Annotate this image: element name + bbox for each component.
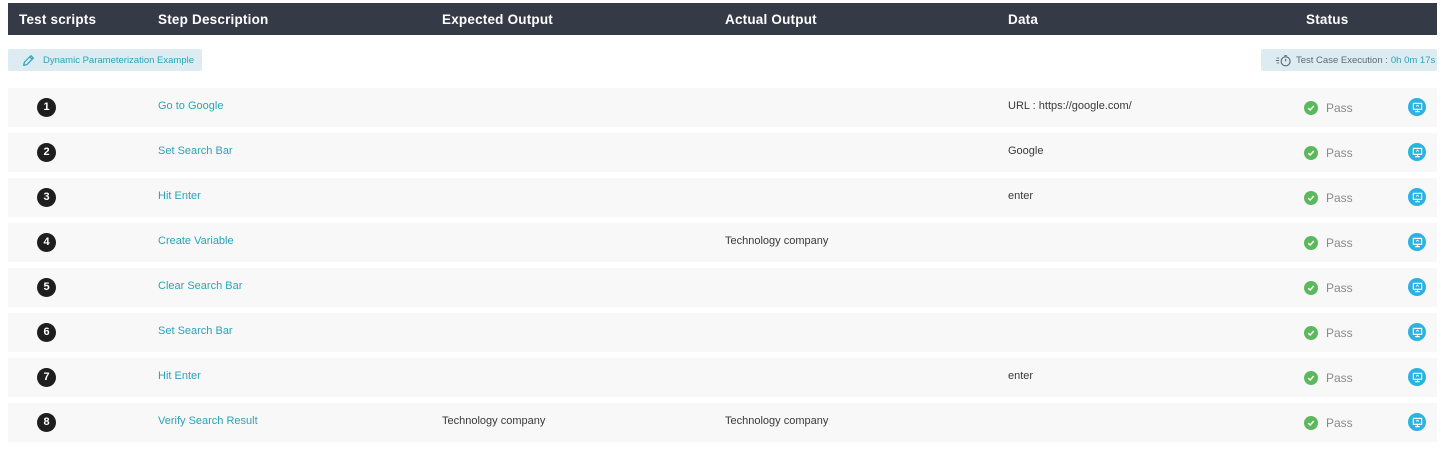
status-label: Pass bbox=[1326, 326, 1353, 340]
status-label: Pass bbox=[1326, 101, 1353, 115]
execution-time-value: 0h 0m 17s bbox=[1390, 54, 1436, 66]
step-description-link[interactable]: Hit Enter bbox=[158, 190, 201, 202]
table-row: 2 Set Search Bar Google Pass bbox=[8, 133, 1437, 172]
monitor-icon bbox=[1412, 327, 1422, 337]
test-report-page: Test scripts Step Description Expected O… bbox=[0, 0, 1445, 453]
monitor-icon bbox=[1412, 102, 1422, 112]
step-description-link[interactable]: Go to Google bbox=[158, 100, 223, 112]
data-cell: enter bbox=[1008, 370, 1034, 382]
check-circle-icon bbox=[1304, 191, 1318, 205]
table-row: 1 Go to Google URL : https://google.com/… bbox=[8, 88, 1437, 127]
test-case-name-badge[interactable]: Dynamic Parameterization Example bbox=[8, 49, 202, 71]
status-label: Pass bbox=[1326, 281, 1353, 295]
column-header-expected-output: Expected Output bbox=[442, 12, 554, 27]
column-header-data: Data bbox=[1008, 12, 1039, 27]
monitor-icon bbox=[1412, 147, 1422, 157]
step-number-badge: 7 bbox=[37, 368, 56, 387]
actual-output-cell: Technology company bbox=[725, 235, 829, 247]
status-badge: Pass bbox=[1304, 236, 1353, 250]
step-description-link[interactable]: Set Search Bar bbox=[158, 325, 233, 337]
screenshot-button[interactable] bbox=[1408, 368, 1426, 386]
step-number-badge: 8 bbox=[37, 413, 56, 432]
expected-output-cell: Technology company bbox=[442, 415, 546, 427]
status-label: Pass bbox=[1326, 236, 1353, 250]
status-badge: Pass bbox=[1304, 146, 1353, 160]
status-badge: Pass bbox=[1304, 326, 1353, 340]
step-number-badge: 6 bbox=[37, 323, 56, 342]
actual-output-cell: Technology company bbox=[725, 415, 829, 427]
step-number-badge: 3 bbox=[37, 188, 56, 207]
test-case-name: Dynamic Parameterization Example bbox=[43, 54, 195, 66]
step-description-link[interactable]: Hit Enter bbox=[158, 370, 201, 382]
column-header-step-description: Step Description bbox=[158, 12, 269, 27]
screenshot-button[interactable] bbox=[1408, 413, 1426, 431]
status-badge: Pass bbox=[1304, 101, 1353, 115]
check-circle-icon bbox=[1304, 281, 1318, 295]
status-label: Pass bbox=[1326, 191, 1353, 205]
monitor-icon bbox=[1412, 192, 1422, 202]
data-cell: Google bbox=[1008, 145, 1044, 157]
monitor-icon bbox=[1412, 372, 1422, 382]
monitor-icon bbox=[1412, 282, 1422, 292]
status-badge: Pass bbox=[1304, 281, 1353, 295]
monitor-icon bbox=[1412, 237, 1422, 247]
status-label: Pass bbox=[1326, 416, 1353, 430]
check-circle-icon bbox=[1304, 416, 1318, 430]
table-row: 6 Set Search Bar Pass bbox=[8, 313, 1437, 352]
status-badge: Pass bbox=[1304, 191, 1353, 205]
step-description-link[interactable]: Clear Search Bar bbox=[158, 280, 242, 292]
status-badge: Pass bbox=[1304, 416, 1353, 430]
step-number-badge: 4 bbox=[37, 233, 56, 252]
screenshot-button[interactable] bbox=[1408, 143, 1426, 161]
step-number-badge: 2 bbox=[37, 143, 56, 162]
screenshot-button[interactable] bbox=[1408, 98, 1426, 116]
table-row: 3 Hit Enter enter Pass bbox=[8, 178, 1437, 217]
table-row: 5 Clear Search Bar Pass bbox=[8, 268, 1437, 307]
data-cell: URL : https://google.com/ bbox=[1008, 100, 1132, 112]
table-row: 7 Hit Enter enter Pass bbox=[8, 358, 1437, 397]
table-header: Test scripts Step Description Expected O… bbox=[8, 3, 1437, 35]
status-badge: Pass bbox=[1304, 371, 1353, 385]
step-number-badge: 5 bbox=[37, 278, 56, 297]
screenshot-button[interactable] bbox=[1408, 233, 1426, 251]
table-row: 4 Create Variable Technology company Pas… bbox=[8, 223, 1437, 262]
check-circle-icon bbox=[1304, 371, 1318, 385]
step-description-link[interactable]: Verify Search Result bbox=[158, 415, 258, 427]
step-number-badge: 1 bbox=[37, 98, 56, 117]
column-header-test-scripts: Test scripts bbox=[19, 12, 97, 27]
step-description-link[interactable]: Set Search Bar bbox=[158, 145, 233, 157]
stopwatch-icon bbox=[1275, 54, 1291, 66]
steps-table-body: 1 Go to Google URL : https://google.com/… bbox=[8, 88, 1437, 448]
monitor-icon bbox=[1412, 417, 1422, 427]
check-circle-icon bbox=[1304, 236, 1318, 250]
column-header-status: Status bbox=[1306, 12, 1349, 27]
execution-label: Test Case Execution : bbox=[1296, 54, 1388, 66]
step-description-link[interactable]: Create Variable bbox=[158, 235, 234, 247]
execution-time-badge: Test Case Execution : 0h 0m 17s bbox=[1261, 49, 1437, 71]
table-row: 8 Verify Search Result Technology compan… bbox=[8, 403, 1437, 442]
screenshot-button[interactable] bbox=[1408, 278, 1426, 296]
check-circle-icon bbox=[1304, 101, 1318, 115]
check-circle-icon bbox=[1304, 146, 1318, 160]
status-label: Pass bbox=[1326, 146, 1353, 160]
screenshot-button[interactable] bbox=[1408, 323, 1426, 341]
status-label: Pass bbox=[1326, 371, 1353, 385]
column-header-actual-output: Actual Output bbox=[725, 12, 817, 27]
pencil-icon bbox=[23, 54, 34, 66]
check-circle-icon bbox=[1304, 326, 1318, 340]
data-cell: enter bbox=[1008, 190, 1034, 202]
screenshot-button[interactable] bbox=[1408, 188, 1426, 206]
